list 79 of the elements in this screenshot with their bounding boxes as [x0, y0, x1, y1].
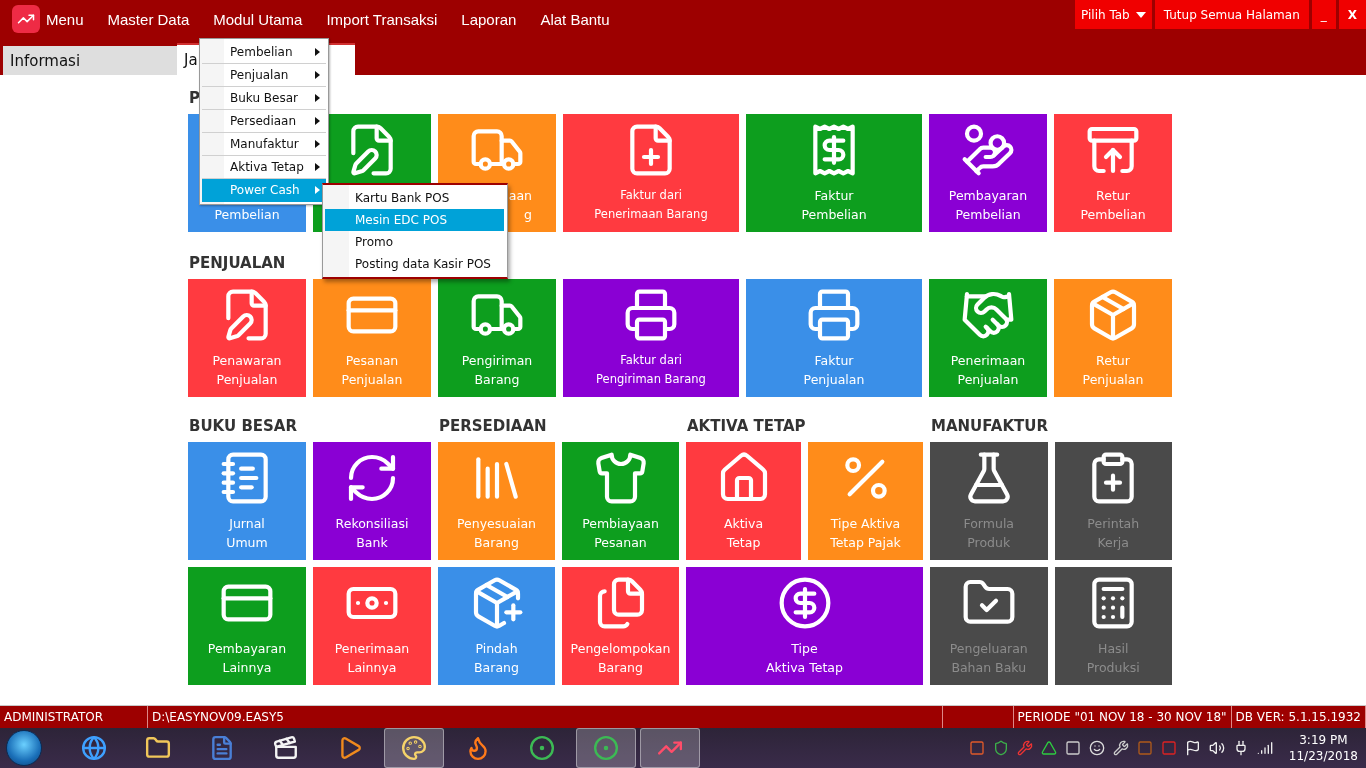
wrench-icon[interactable]: [1112, 740, 1129, 756]
menu-entry[interactable]: Pembelian: [202, 41, 326, 64]
menu-item[interactable]: Import Transaksi: [326, 10, 438, 28]
signal-icon[interactable]: [1256, 740, 1273, 756]
page-tab[interactable]: Informasi: [3, 46, 177, 75]
menu-entry[interactable]: Manufaktur: [202, 133, 326, 156]
menu-tile[interactable]: Pembiayaan Pesanan: [562, 442, 679, 560]
submenu-arrow-icon: [315, 186, 320, 194]
printer-icon: [623, 287, 679, 343]
clapperboard-icon: [273, 735, 299, 761]
square-icon[interactable]: [968, 740, 985, 756]
menu-tile[interactable]: Tipe Aktiva Tetap Pajak: [808, 442, 923, 560]
flag-icon[interactable]: [1184, 740, 1201, 756]
menu-entry[interactable]: Power Cash: [202, 179, 326, 202]
menu-tile[interactable]: Faktur dari Penerimaan Barang: [563, 114, 739, 232]
printer-icon: [806, 287, 862, 343]
section-heading: P: [189, 89, 200, 108]
menu-entry[interactable]: Promo: [325, 231, 504, 253]
menu-tile[interactable]: Faktur Penjualan: [746, 279, 922, 397]
shield-icon[interactable]: [992, 740, 1009, 756]
menu-tile[interactable]: Pesanan Penjualan: [313, 279, 431, 397]
menu-tile[interactable]: Faktur dari Pengiriman Barang: [563, 279, 739, 397]
submenu-arrow-icon: [315, 71, 320, 79]
toolbar-button[interactable]: Tutup Semua Halaman: [1154, 0, 1309, 29]
palette-icon: [401, 735, 427, 761]
menu-entry[interactable]: Posting data Kasir POS: [325, 253, 504, 275]
menu-item[interactable]: Menu: [46, 10, 84, 28]
circle-icon: [529, 735, 555, 761]
menu-tile[interactable]: Penawaran Penjualan: [188, 279, 306, 397]
submenu-arrow-icon: [315, 48, 320, 56]
menu-tile[interactable]: Faktur Pembelian: [746, 114, 922, 232]
caret-icon: [1135, 11, 1146, 18]
folder-icon: [145, 735, 171, 761]
menu-tile[interactable]: Pembayaran Pembelian: [929, 114, 1047, 232]
clock-date: 11/23/2018: [1288, 748, 1358, 764]
toolbar-button[interactable]: _: [1311, 0, 1336, 29]
menu-item[interactable]: Master Data: [107, 10, 190, 28]
close-button[interactable]: X: [1338, 0, 1366, 29]
menu-tile[interactable]: Retur Pembelian: [1054, 114, 1172, 232]
menu-item[interactable]: Laporan: [461, 10, 517, 28]
clock-time: 3:19 PM: [1299, 732, 1348, 748]
menu-tile[interactable]: Jurnal Umum: [188, 442, 306, 560]
start-button[interactable]: [6, 730, 42, 766]
document-icon: [209, 735, 235, 761]
speaker-icon[interactable]: [1208, 740, 1225, 756]
section-heading: MANUFAKTUR: [931, 417, 1048, 436]
menu-tile[interactable]: Pengiriman Barang: [438, 279, 556, 397]
triangle-icon[interactable]: [1040, 740, 1057, 756]
hand-money-icon: [960, 122, 1016, 178]
tab-picker-button[interactable]: Pilih Tab: [1075, 0, 1152, 29]
menu-item[interactable]: Alat Bantu: [540, 10, 610, 28]
section-heading: AKTIVA TETAP: [687, 417, 806, 436]
section-heading: BUKU BESAR: [189, 417, 298, 436]
app-logo-icon[interactable]: [12, 5, 40, 33]
square-icon[interactable]: [1064, 740, 1081, 756]
menu-tile[interactable]: Aktiva Tetap: [686, 442, 801, 560]
menu-tile[interactable]: Penerimaan Lainnya: [313, 567, 431, 685]
submenu-arrow-icon: [315, 94, 320, 102]
menu-tile[interactable]: Pengelompokan Barang: [562, 567, 679, 685]
section-heading: PENJUALAN: [189, 254, 286, 273]
menu-tile[interactable]: Penerimaan Penjualan: [929, 279, 1047, 397]
menu-tile[interactable]: Tipe Aktiva Tetap: [686, 567, 923, 685]
submenu-arrow-icon: [315, 140, 320, 148]
menu-entry[interactable]: Penjualan: [202, 64, 326, 87]
menu-tile[interactable]: Pindah Barang: [438, 567, 555, 685]
circle-icon: [593, 735, 619, 761]
menu-entry[interactable]: Buku Besar: [202, 87, 326, 110]
section-heading: PERSEDIAAN: [439, 417, 547, 436]
menu-entry[interactable]: Mesin EDC POS: [325, 209, 504, 231]
submenu-arrow-icon: [315, 163, 320, 171]
menu-tile[interactable]: Pembayaran Lainnya: [188, 567, 306, 685]
smiley-icon[interactable]: [1088, 740, 1105, 756]
menu-entry[interactable]: Persediaan: [202, 110, 326, 133]
menu-tile[interactable]: Retur Penjualan: [1054, 279, 1172, 397]
menu-tile[interactable]: Penyesuaian Barang: [438, 442, 555, 560]
globe-icon: [81, 735, 107, 761]
menu-item[interactable]: Modul Utama: [213, 10, 303, 28]
submenu-arrow-icon: [315, 117, 320, 125]
menu-tile[interactable]: Rekonsiliasi Bank: [313, 442, 431, 560]
